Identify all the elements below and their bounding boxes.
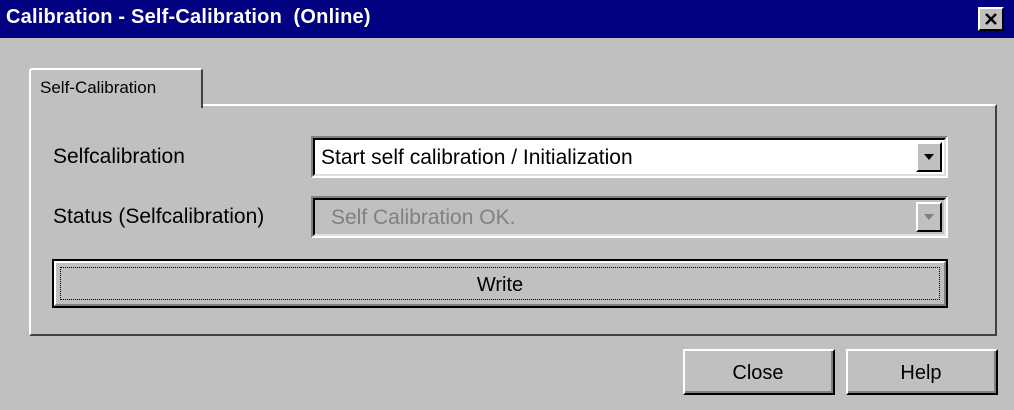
- write-button[interactable]: Write: [52, 259, 948, 308]
- tab-label: Self-Calibration: [40, 78, 157, 97]
- close-button-label: Close: [732, 362, 784, 384]
- selfcalibration-label: Selfcalibration: [53, 145, 185, 168]
- write-button-label: Write: [476, 274, 524, 296]
- status-select: Self Calibration OK.: [311, 196, 948, 238]
- title-bar[interactable]: Calibration - Self-Calibration (Online): [0, 0, 1014, 38]
- selfcalibration-value: Start self calibration / Initialization: [321, 146, 633, 169]
- write-button-face: Write: [54, 261, 946, 306]
- selfcalibration-dropdown-button[interactable]: [916, 142, 942, 172]
- close-icon: [985, 13, 997, 25]
- status-label: Status (Selfcalibration): [53, 205, 265, 228]
- chevron-down-icon: [924, 214, 934, 220]
- close-button-face: Close: [685, 351, 833, 393]
- status-select-field: Self Calibration OK.: [313, 198, 946, 236]
- help-button-label: Help: [900, 362, 942, 384]
- help-button[interactable]: Help: [846, 349, 998, 395]
- selfcalibration-select-field: Start self calibration / Initialization: [313, 138, 946, 176]
- window-title: Calibration - Self-Calibration (Online): [6, 6, 371, 28]
- chevron-down-icon: [924, 154, 934, 160]
- calibration-dialog: Calibration - Self-Calibration (Online) …: [0, 0, 1014, 410]
- close-window-button[interactable]: [978, 7, 1004, 31]
- selfcalibration-select[interactable]: Start self calibration / Initialization: [311, 136, 948, 178]
- status-dropdown-button: [916, 202, 942, 232]
- close-button[interactable]: Close: [683, 349, 835, 395]
- status-value: Self Calibration OK.: [331, 206, 516, 229]
- help-button-face: Help: [848, 351, 996, 393]
- tab-self-calibration[interactable]: Self-Calibration: [29, 68, 203, 108]
